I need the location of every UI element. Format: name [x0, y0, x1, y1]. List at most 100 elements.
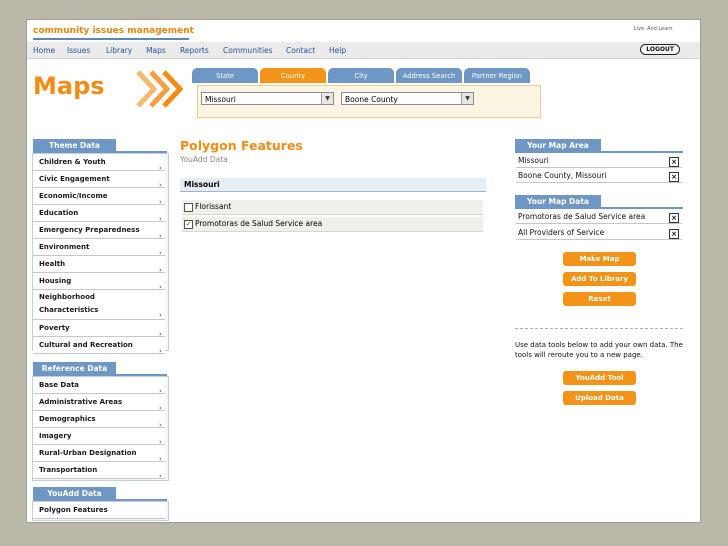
content-subtitle: YouAdd Data	[180, 155, 228, 164]
sidebar-item-environment[interactable]: Environment ›	[33, 239, 165, 257]
chevron-right-icon: ›	[159, 198, 162, 206]
map-data-label: All Providers of Service	[518, 228, 605, 237]
sidebar-item-label: Base Data	[39, 381, 80, 389]
tagline: Live. And Learn.	[633, 26, 674, 32]
sidebar-item-transportation[interactable]: Transportation ›	[33, 462, 165, 480]
chevron-down-icon: ▼	[461, 93, 473, 104]
make-map-button[interactable]: Make Map	[563, 252, 636, 266]
tab-partner-region[interactable]: Partner Region	[464, 68, 530, 83]
divider	[515, 328, 683, 329]
add-to-library-button[interactable]: Add To Library	[563, 272, 636, 286]
chevron-down-icon: ▼	[321, 93, 333, 104]
sidebar-item-imagery[interactable]: Imagery ›	[33, 428, 165, 446]
feature-label: Florissant	[195, 202, 232, 211]
nav-maps[interactable]: Maps	[146, 46, 166, 55]
checkbox-icon[interactable]	[184, 203, 193, 212]
chevron-right-icon: ›	[159, 266, 162, 274]
nav-contact[interactable]: Contact	[286, 46, 315, 55]
nav-reports[interactable]: Reports	[180, 46, 209, 55]
sidebar-item-economic-income[interactable]: Economic/Income ›	[33, 188, 165, 206]
chevron-right-icon: ›	[159, 472, 162, 480]
brand-logo[interactable]: community issues management	[33, 26, 194, 36]
nav-help[interactable]: Help	[329, 46, 346, 55]
chevrons-icon	[136, 70, 184, 108]
map-data-rule	[515, 207, 683, 209]
app-page: community issues management Live. And Le…	[27, 20, 700, 522]
map-area-item: Missouri ×	[516, 154, 682, 168]
chevron-right-icon: ›	[159, 455, 162, 463]
sidebar-item-label: Demographics	[39, 415, 96, 423]
sidebar-item-label: Neighborhood Characteristics	[39, 293, 99, 314]
sidebar-item-education[interactable]: Education ›	[33, 205, 165, 223]
sidebar-item-polygon-features[interactable]: Polygon Features	[33, 502, 165, 519]
page-title: Maps	[33, 72, 105, 100]
sidebar-item-label: Rural-Urban Designation	[39, 449, 137, 457]
chevron-right-icon: ›	[159, 164, 162, 172]
sidebar-item-base-data[interactable]: Base Data ›	[33, 377, 165, 395]
logout-button[interactable]: LOGOUT	[640, 44, 680, 55]
sidebar-item-label: Children & Youth	[39, 158, 106, 166]
map-data-label: Promotoras de Salud Service area	[518, 212, 646, 221]
chevron-right-icon: ›	[159, 249, 162, 257]
sidebar-item-demographics[interactable]: Demographics ›	[33, 411, 165, 429]
chevron-right-icon: ›	[159, 421, 162, 429]
chevron-right-icon: ›	[159, 215, 162, 223]
sidebar-item-poverty[interactable]: Poverty ›	[33, 320, 165, 338]
close-box-icon[interactable]: ×	[669, 172, 679, 182]
chevron-right-icon: ›	[159, 330, 162, 338]
brand-underline	[33, 38, 189, 40]
chevron-right-icon: ›	[159, 283, 162, 291]
sidebar-item-label: Transportation	[39, 466, 98, 474]
map-data-item: Promotoras de Salud Service area ×	[516, 210, 682, 224]
sidebar-item-administrative-areas[interactable]: Administrative Areas ›	[33, 394, 165, 412]
youadd-tool-button[interactable]: YouAdd Tool	[563, 371, 636, 385]
feature-label: Promotoras de Salud Service area	[195, 219, 323, 228]
sidebar-item-health[interactable]: Health ›	[33, 256, 165, 274]
feature-row-florissant[interactable]: Florissant	[182, 200, 483, 215]
content-title: Polygon Features	[180, 138, 303, 153]
sidebar-item-label: Housing	[39, 277, 72, 285]
chevron-right-icon: ›	[159, 438, 162, 446]
sidebar-item-emergency-preparedness[interactable]: Emergency Preparedness ›	[33, 222, 165, 240]
map-area-label: Missouri	[518, 156, 549, 165]
close-box-icon[interactable]: ×	[669, 213, 679, 223]
reset-button[interactable]: Reset	[563, 292, 636, 306]
upload-data-button[interactable]: Upload Data	[563, 391, 636, 405]
sidebar-item-label: Poverty	[39, 324, 70, 332]
sidebar-item-cultural-recreation[interactable]: Cultural and Recreation ›	[33, 337, 165, 355]
nav-library[interactable]: Library	[106, 46, 132, 55]
state-select-value: Missouri	[205, 95, 236, 104]
sidebar-item-label: Health	[39, 260, 66, 268]
chevron-right-icon: ›	[159, 311, 162, 319]
sidebar-item-civic-engagement[interactable]: Civic Engagement ›	[33, 171, 165, 189]
tab-state[interactable]: State	[192, 68, 258, 83]
nav-home[interactable]: Home	[33, 46, 55, 55]
tab-address-search[interactable]: Address Search	[396, 68, 462, 83]
state-select[interactable]: Missouri ▼	[201, 92, 334, 105]
chevron-right-icon: ›	[159, 347, 162, 355]
sidebar-item-housing[interactable]: Housing ›	[33, 273, 165, 291]
chevron-right-icon: ›	[159, 232, 162, 240]
close-box-icon[interactable]: ×	[669, 157, 679, 167]
nav-issues[interactable]: Issues	[67, 46, 90, 55]
sidebar-item-rural-urban[interactable]: Rural-Urban Designation ›	[33, 445, 165, 463]
map-area-rule	[515, 151, 683, 153]
sidebar-item-label: Polygon Features	[39, 506, 108, 514]
nav-communities[interactable]: Communities	[223, 46, 273, 55]
checkbox-checked-icon[interactable]: ✓	[184, 220, 193, 229]
county-select-value: Boone County	[345, 95, 398, 104]
tab-county[interactable]: County	[260, 68, 326, 83]
close-box-icon[interactable]: ×	[669, 229, 679, 239]
sidebar-item-label: Emergency Preparedness	[39, 226, 140, 234]
chevron-right-icon: ›	[159, 387, 162, 395]
chevron-right-icon: ›	[159, 181, 162, 189]
feature-row-promotoras[interactable]: ✓ Promotoras de Salud Service area	[182, 217, 483, 232]
tab-city[interactable]: City	[328, 68, 394, 83]
map-area-item: Boone County, Missouri ×	[516, 169, 682, 183]
sidebar-item-label: Education	[39, 209, 79, 217]
sidebar-item-children-youth[interactable]: Children & Youth ›	[33, 154, 165, 172]
sidebar-item-label: Administrative Areas	[39, 398, 123, 406]
county-select[interactable]: Boone County ▼	[341, 92, 474, 105]
sidebar-item-neighborhood-characteristics[interactable]: Neighborhood Characteristics ›	[33, 290, 165, 320]
sidebar-item-label: Imagery	[39, 432, 72, 440]
